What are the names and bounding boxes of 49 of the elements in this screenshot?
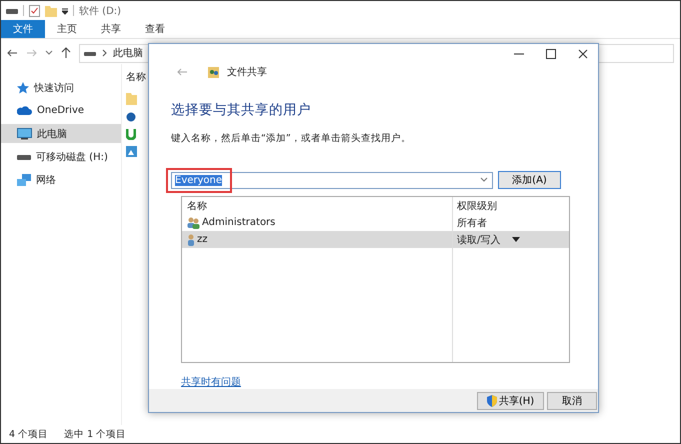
status-text: 4 个项目 [9, 428, 48, 440]
window-title: 软件 (D:) [79, 4, 122, 18]
shield-icon [486, 394, 497, 407]
cancel-button[interactable]: 取消 [547, 392, 597, 410]
user-icon [187, 234, 195, 246]
network-icon [17, 174, 31, 186]
permission-cell[interactable]: 读取/写入 [452, 231, 569, 248]
monitor-icon [17, 128, 32, 140]
cloud-icon [17, 105, 32, 116]
share-button[interactable]: 共享(H) [477, 392, 544, 410]
magnet-icon [126, 128, 136, 140]
folder-icon [126, 92, 137, 105]
chevron-down-icon [45, 50, 53, 56]
forward-arrow-icon [26, 48, 37, 58]
user-name-cell[interactable]: zz [182, 231, 452, 248]
image-icon [126, 146, 137, 157]
ribbon-tab[interactable]: 查看 [133, 20, 177, 38]
ribbon-tab[interactable]: 共享 [89, 20, 133, 38]
nav-item[interactable]: 网络 [1, 170, 121, 189]
user-name-cell[interactable]: Administrators [182, 214, 452, 232]
dropdown-icon [512, 237, 520, 242]
chevron-right-icon [102, 49, 107, 57]
nav-item[interactable]: OneDrive [1, 101, 121, 120]
column-header[interactable]: 权限级别 [452, 197, 569, 214]
instruction-text: 键入名称，然后单击“添加”，或者单击箭头查找用户。 [171, 132, 412, 146]
ribbon-tab[interactable]: 主页 [45, 20, 89, 38]
add-button[interactable]: 添加(A) [498, 171, 561, 190]
column-header[interactable]: 名称 [126, 70, 146, 84]
close-icon [578, 48, 588, 59]
address-path[interactable]: 此电脑 [113, 46, 143, 60]
folder-icon [45, 4, 57, 16]
permission-cell[interactable]: 所有者 [452, 214, 569, 232]
users-icon [187, 216, 200, 229]
dialog-heading: 选择要与其共享的用户 [171, 101, 312, 120]
dropdown-icon [62, 6, 68, 14]
back-arrow-icon [177, 68, 188, 76]
up-arrow-icon [61, 47, 71, 59]
dialog-title: 文件共享 [227, 66, 267, 80]
ribbon-tab[interactable]: 文件 [1, 20, 45, 38]
nav-item[interactable]: 此电脑 [1, 124, 121, 143]
chevron-down-icon [480, 177, 488, 184]
maximize-icon [546, 48, 556, 59]
nav-item[interactable]: 快速访问 [1, 78, 121, 97]
help-link[interactable]: 共享时有问题 [181, 375, 241, 390]
back-arrow-icon [7, 48, 18, 58]
status-text: 选中 1 个项目 [64, 428, 126, 440]
nav-item[interactable]: 可移动磁盘 (H:) [1, 147, 121, 166]
column-header[interactable]: 名称 [182, 197, 452, 214]
star-icon [17, 82, 29, 94]
